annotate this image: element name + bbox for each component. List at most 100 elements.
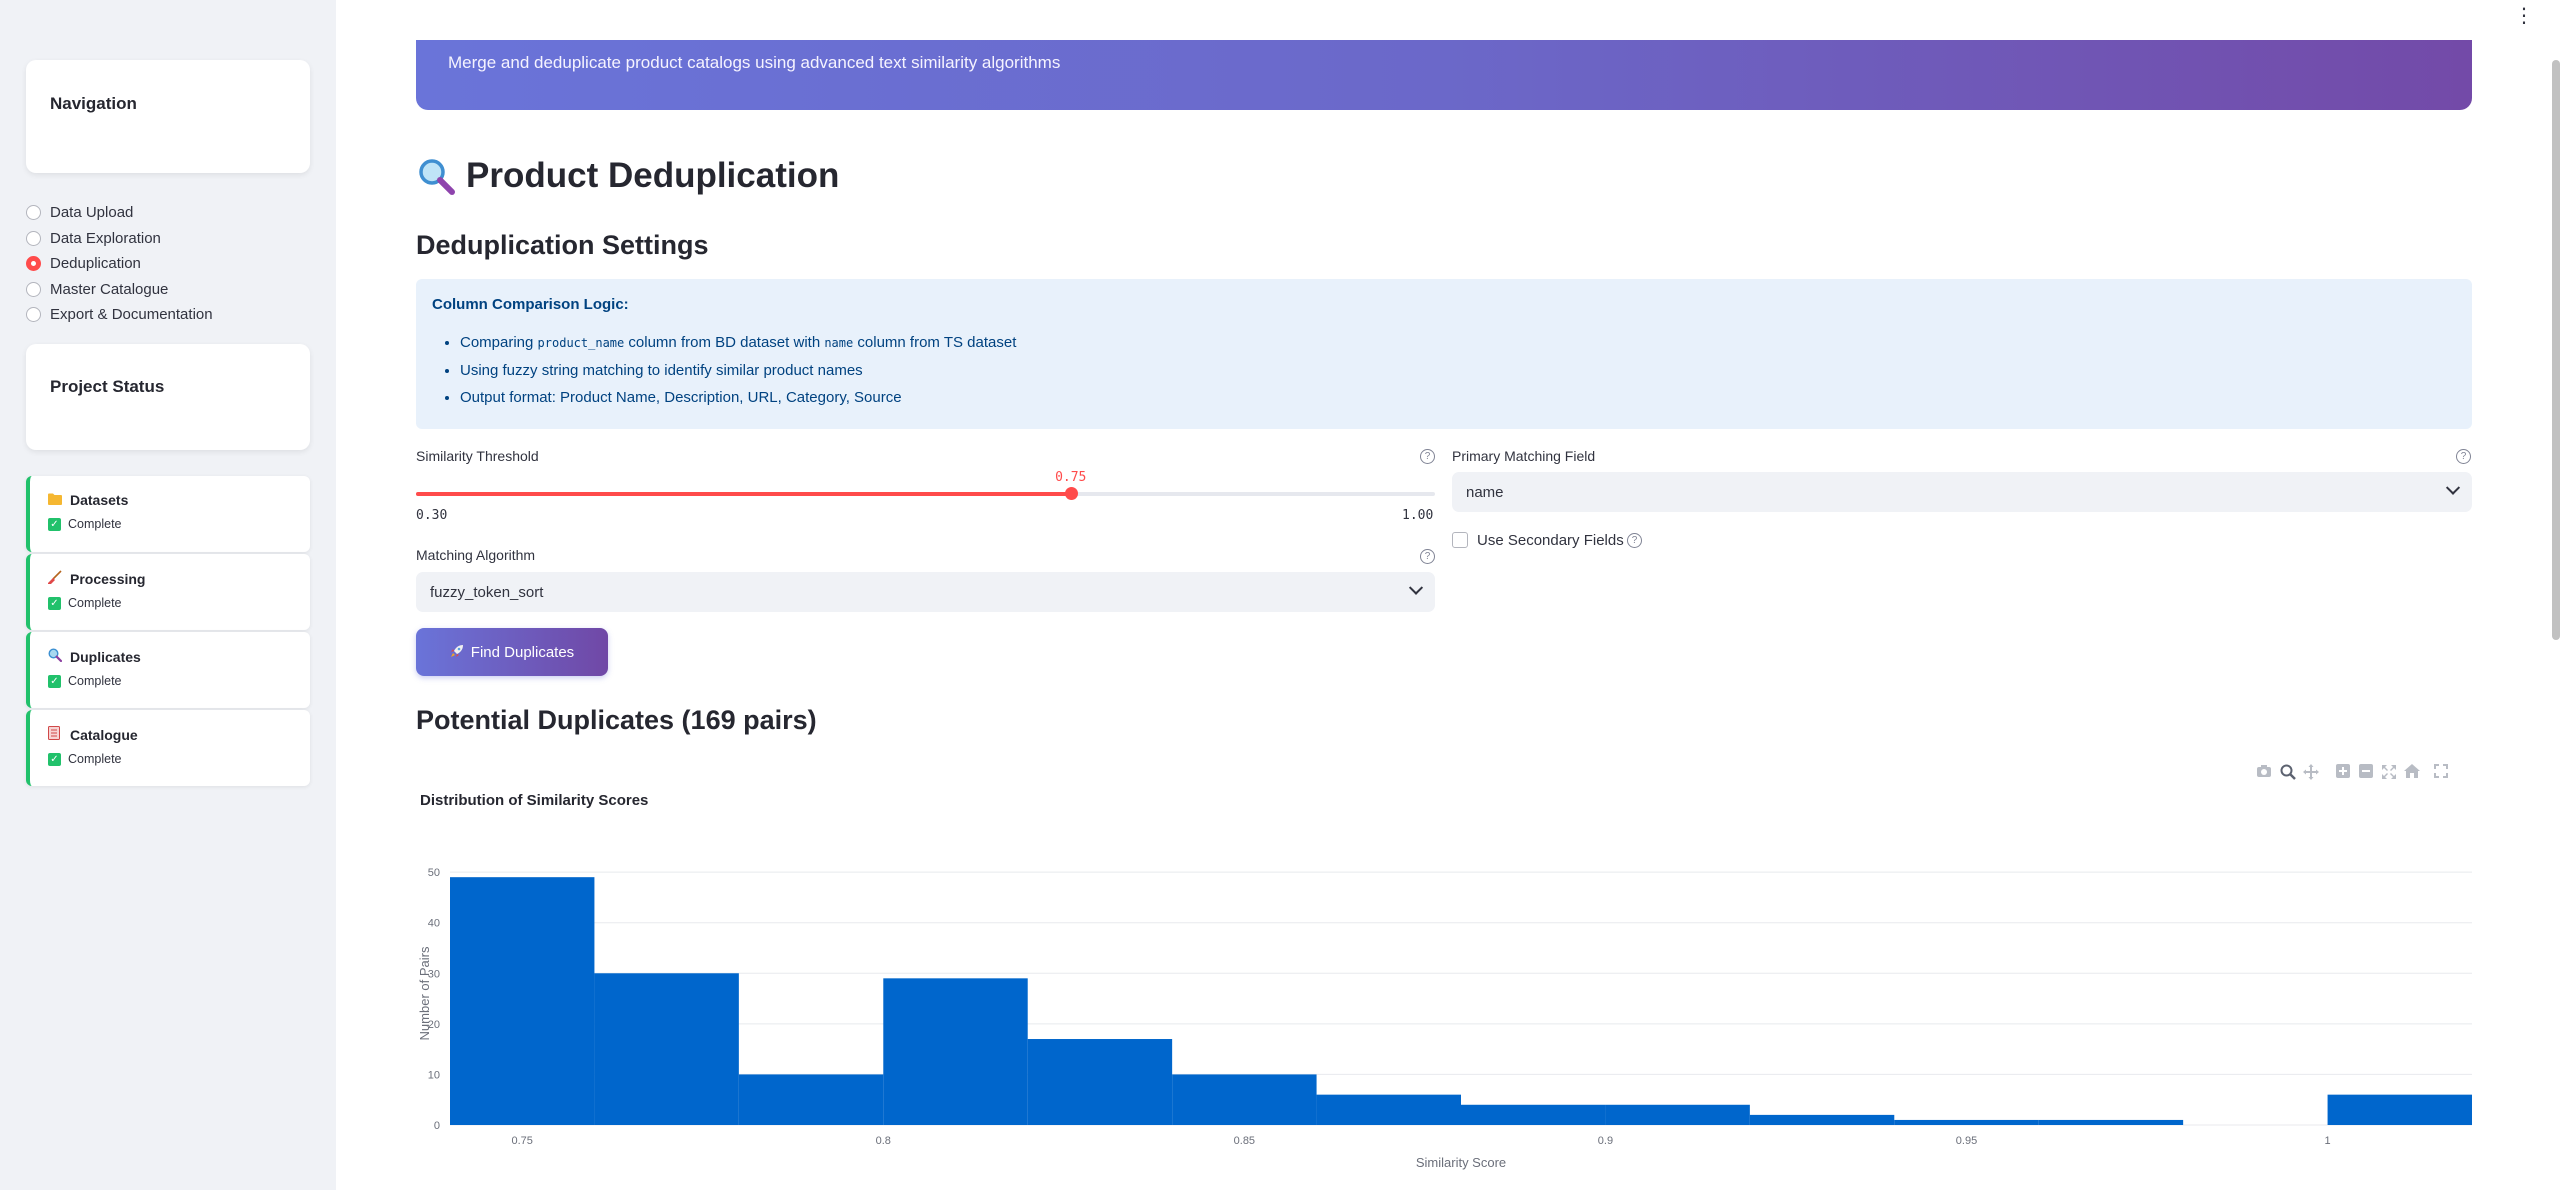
chart-title: Distribution of Similarity Scores: [420, 792, 649, 809]
chevron-down-icon: [2445, 480, 2461, 495]
folder-icon: [48, 493, 64, 508]
histogram-bar: [594, 973, 739, 1125]
x-axis-label: Similarity Score: [1416, 1155, 1506, 1170]
zoom-icon[interactable]: [2280, 764, 2296, 780]
algorithm-help-icon[interactable]: ?: [1420, 549, 1435, 564]
x-tick-label: 0.85: [1234, 1135, 1255, 1147]
primary-field-value: name: [1466, 483, 1504, 501]
nav-item-deduplication[interactable]: Deduplication: [26, 251, 213, 277]
header-banner: Merge and deduplicate product catalogs u…: [416, 40, 2472, 110]
primary-field-select[interactable]: name: [1452, 472, 2472, 512]
radio-icon[interactable]: [26, 205, 41, 221]
broom-icon: [48, 570, 64, 587]
check-icon: ✓: [48, 517, 61, 531]
pan-icon[interactable]: [2303, 764, 2319, 780]
nav-item-label: Master Catalogue: [50, 280, 169, 298]
zoom-in-icon[interactable]: [2335, 764, 2351, 780]
threshold-slider-thumb[interactable]: [1065, 487, 1079, 500]
secondary-fields-help-icon[interactable]: ?: [1627, 533, 1642, 548]
threshold-min: 0.30: [416, 508, 448, 523]
info-item: Using fuzzy string matching to identify …: [460, 362, 2456, 379]
navigation-title: Navigation: [50, 94, 137, 113]
header-subtitle: Merge and deduplicate product catalogs u…: [448, 53, 1061, 72]
magnifier-icon: [48, 648, 64, 665]
histogram-bar: [1316, 1094, 1461, 1125]
check-icon: ✓: [48, 596, 61, 610]
info-text: column from BD dataset with: [624, 334, 825, 351]
step-status: Complete: [68, 596, 122, 610]
results-heading: Potential Duplicates (169 pairs): [416, 705, 817, 735]
zoom-out-icon[interactable]: [2358, 764, 2374, 780]
step-card-datasets: Datasets ✓ Complete: [26, 476, 310, 552]
nav-item-data-upload[interactable]: Data Upload: [26, 200, 213, 226]
step-card-processing: Processing ✓ Complete: [26, 554, 310, 630]
histogram-bar: [1027, 1039, 1173, 1125]
info-code: product_name: [537, 336, 625, 350]
histogram-bar: [1172, 1074, 1317, 1125]
primary-field-help-icon[interactable]: ?: [2456, 449, 2471, 464]
y-tick-label: 0: [434, 1120, 440, 1132]
threshold-slider-fill: [416, 492, 1072, 496]
check-icon: ✓: [48, 674, 61, 688]
algorithm-value: fuzzy_token_sort: [430, 583, 544, 601]
nav-item-label: Deduplication: [50, 255, 141, 273]
y-tick-label: 10: [428, 1069, 440, 1081]
step-title: Catalogue: [70, 726, 138, 743]
radio-icon[interactable]: [26, 281, 41, 297]
rocket-icon: [450, 644, 464, 661]
nav-item-data-exploration[interactable]: Data Exploration: [26, 226, 213, 252]
find-duplicates-button[interactable]: Find Duplicates: [416, 628, 608, 676]
y-axis-label: Number of Pairs: [417, 946, 432, 1040]
histogram-bar: [1749, 1114, 1895, 1125]
main-content: ⋮ Merge and deduplicate product catalogs…: [336, 0, 2560, 1190]
threshold-value: 0.75: [1055, 470, 1087, 485]
sidebar: Navigation Data Upload Data Exploration …: [0, 0, 336, 1190]
main-menu-icon[interactable]: ⋮: [2514, 6, 2534, 26]
step-status: Complete: [68, 517, 122, 531]
chart-svg: 010203040500.75 0.8 0.85 0.9 0.95 1Similarity…: [417, 867, 2472, 1170]
magnifier-icon: [416, 156, 456, 196]
fullscreen-icon[interactable]: [2433, 764, 2449, 780]
info-text: Comparing: [460, 334, 538, 351]
step-title: Processing: [70, 570, 146, 587]
info-list: Comparing product_name column from BD da…: [432, 334, 2456, 406]
column-comparison-info: Column Comparison Logic: Comparing produ…: [416, 279, 2472, 429]
settings-heading: Deduplication Settings: [416, 230, 709, 260]
x-tick-label: 0.8: [876, 1135, 891, 1147]
histogram-bar: [1605, 1104, 1750, 1125]
reset-axes-icon[interactable]: [2404, 764, 2420, 780]
x-tick-label: 0.9: [1598, 1135, 1613, 1147]
histogram-bar: [1894, 1119, 2039, 1125]
info-text: column from TS dataset: [853, 334, 1017, 351]
algorithm-select[interactable]: fuzzy_token_sort: [416, 572, 1435, 612]
radio-selected-icon[interactable]: [26, 256, 41, 272]
histogram-bar: [738, 1074, 884, 1125]
project-status-title: Project Status: [50, 377, 165, 396]
camera-icon[interactable]: [2256, 764, 2272, 780]
nav-radio-group: Data Upload Data Exploration Deduplicati…: [26, 200, 213, 328]
secondary-fields-checkbox[interactable]: [1452, 532, 1468, 548]
check-icon: ✓: [48, 752, 61, 766]
info-item: Comparing product_name column from BD da…: [460, 334, 2456, 352]
step-title: Datasets: [70, 492, 129, 508]
x-tick-label: 0.75: [512, 1135, 533, 1147]
histogram-bar: [2038, 1119, 2184, 1125]
threshold-help-icon[interactable]: ?: [1420, 449, 1435, 464]
secondary-fields-label[interactable]: Use Secondary Fields: [1477, 532, 1624, 549]
y-tick-label: 50: [428, 867, 440, 879]
nav-item-master-catalogue[interactable]: Master Catalogue: [26, 277, 213, 303]
y-tick-label: 40: [428, 918, 440, 930]
info-title: Column Comparison Logic:: [432, 296, 629, 313]
step-card-catalogue: Catalogue ✓ Complete: [26, 710, 310, 786]
autoscale-icon[interactable]: [2381, 764, 2397, 780]
nav-item-export-documentation[interactable]: Export & Documentation: [26, 302, 213, 328]
threshold-slider[interactable]: [416, 487, 1435, 500]
radio-icon[interactable]: [26, 230, 41, 246]
nav-item-label: Data Upload: [50, 204, 134, 222]
similarity-histogram: Distribution of Similarity Scores 0 10 20 3…: [416, 780, 2472, 1180]
radio-icon[interactable]: [26, 307, 41, 323]
page-title: Product Deduplication: [416, 156, 839, 196]
info-item: Output format: Product Name, Description…: [460, 389, 2456, 406]
primary-field-label: Primary Matching Field: [1452, 448, 1596, 464]
vertical-scrollbar[interactable]: [2552, 60, 2560, 640]
